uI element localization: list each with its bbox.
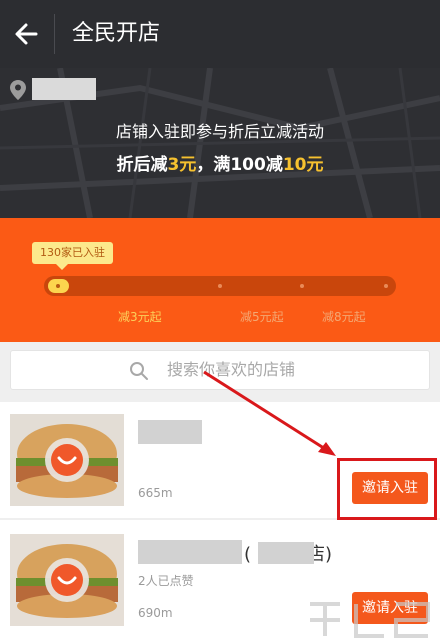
badge-pointer — [56, 264, 68, 270]
location-text-redacted — [32, 78, 96, 100]
top-nav-bar: 全民开店 — [0, 0, 440, 68]
promo-line-1: 店铺入驻即参与折后立减活动 — [115, 122, 324, 141]
promo-line-2: 折后减3元，满100减10元 — [116, 155, 324, 175]
joined-progress-panel: 130家已入驻 减3元起 减5元起 减8元起 — [0, 218, 440, 342]
progress-tick-3 — [384, 284, 388, 288]
joined-count-badge: 130家已入驻 — [32, 242, 113, 264]
shop-name-redacted — [138, 420, 202, 444]
search-placeholder: 搜索你喜欢的店铺 — [167, 360, 296, 379]
progress-tick-1 — [218, 284, 222, 288]
shop-thumbnail-image — [10, 414, 124, 506]
shop-distance: 690m — [138, 606, 173, 620]
shop-branch-redacted — [258, 542, 314, 564]
map-header: 店铺入驻即参与折后立减活动 折后减3元，满100减10元 — [0, 68, 440, 218]
progress-tick-2 — [300, 284, 304, 288]
milestone-label-2: 减5元起 — [240, 310, 284, 324]
progress-current-dot — [56, 284, 60, 288]
site-watermark-logo — [310, 602, 430, 638]
shop-distance: 665m — [138, 486, 173, 500]
shop-name-redacted — [138, 540, 242, 564]
nav-divider — [54, 14, 55, 54]
milestone-label-3: 减8元起 — [322, 310, 366, 324]
shop-thumbnail-image — [10, 534, 124, 626]
back-arrow-icon[interactable] — [10, 18, 42, 50]
milestone-label-1: 减3元起 — [118, 310, 162, 324]
app-screen: 全民开店 店铺入驻即参与折后立减活动 折后减3元，满100减10元 130家已入… — [0, 0, 440, 644]
page-title: 全民开店 — [72, 21, 161, 46]
shop-search-input[interactable]: 搜索你喜欢的店铺 — [10, 350, 430, 390]
location-pin-icon — [10, 80, 26, 100]
search-icon — [130, 362, 148, 380]
shop-likes: 2人已点赞 — [138, 574, 194, 588]
annotation-highlight-box — [337, 458, 437, 520]
